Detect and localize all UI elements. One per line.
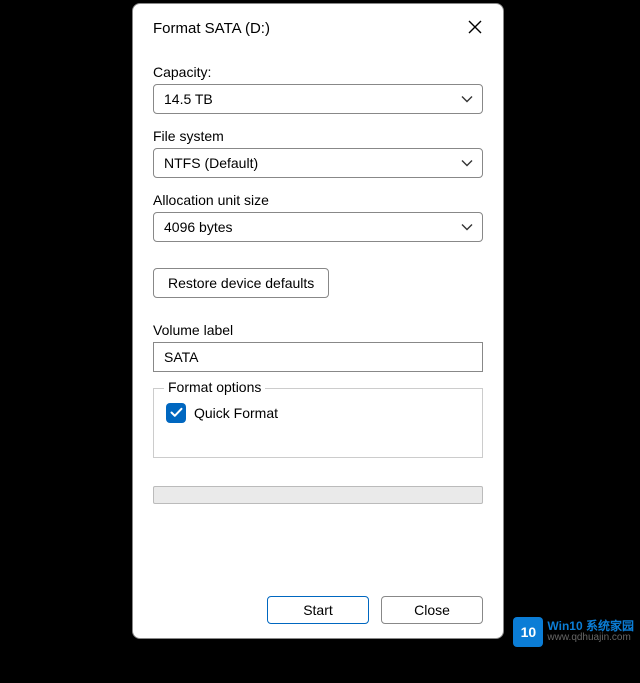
allocation-value: 4096 bytes bbox=[164, 219, 233, 235]
close-icon bbox=[468, 20, 482, 37]
format-dialog: Format SATA (D:) Capacity: 14.5 TB File … bbox=[132, 3, 504, 639]
quick-format-row: Quick Format bbox=[166, 403, 470, 423]
check-icon bbox=[170, 405, 183, 421]
watermark: 10 Win10 系统家园 www.qdhuajin.com bbox=[513, 617, 634, 647]
restore-defaults-button[interactable]: Restore device defaults bbox=[153, 268, 329, 298]
filesystem-select[interactable]: NTFS (Default) bbox=[153, 148, 483, 178]
quick-format-checkbox[interactable] bbox=[166, 403, 186, 423]
dialog-content: Capacity: 14.5 TB File system NTFS (Defa… bbox=[133, 50, 503, 638]
watermark-text: Win10 系统家园 www.qdhuajin.com bbox=[547, 620, 634, 643]
volume-label: Volume label bbox=[153, 322, 483, 338]
titlebar: Format SATA (D:) bbox=[133, 4, 503, 50]
allocation-label: Allocation unit size bbox=[153, 192, 483, 208]
format-options-group: Format options Quick Format bbox=[153, 388, 483, 458]
close-button[interactable] bbox=[461, 14, 489, 42]
dialog-title: Format SATA (D:) bbox=[153, 20, 270, 37]
capacity-value: 14.5 TB bbox=[164, 91, 213, 107]
close-dialog-button[interactable]: Close bbox=[381, 596, 483, 624]
watermark-badge: 10 bbox=[513, 617, 543, 647]
progress-bar bbox=[153, 486, 483, 504]
filesystem-value: NTFS (Default) bbox=[164, 155, 258, 171]
dialog-buttons: Start Close bbox=[153, 596, 483, 624]
allocation-select[interactable]: 4096 bytes bbox=[153, 212, 483, 242]
volume-label-input[interactable] bbox=[153, 342, 483, 372]
start-button[interactable]: Start bbox=[267, 596, 369, 624]
capacity-select[interactable]: 14.5 TB bbox=[153, 84, 483, 114]
watermark-line2: www.qdhuajin.com bbox=[547, 633, 634, 644]
quick-format-label: Quick Format bbox=[194, 405, 278, 421]
filesystem-label: File system bbox=[153, 128, 483, 144]
format-options-legend: Format options bbox=[164, 379, 265, 395]
capacity-label: Capacity: bbox=[153, 64, 483, 80]
